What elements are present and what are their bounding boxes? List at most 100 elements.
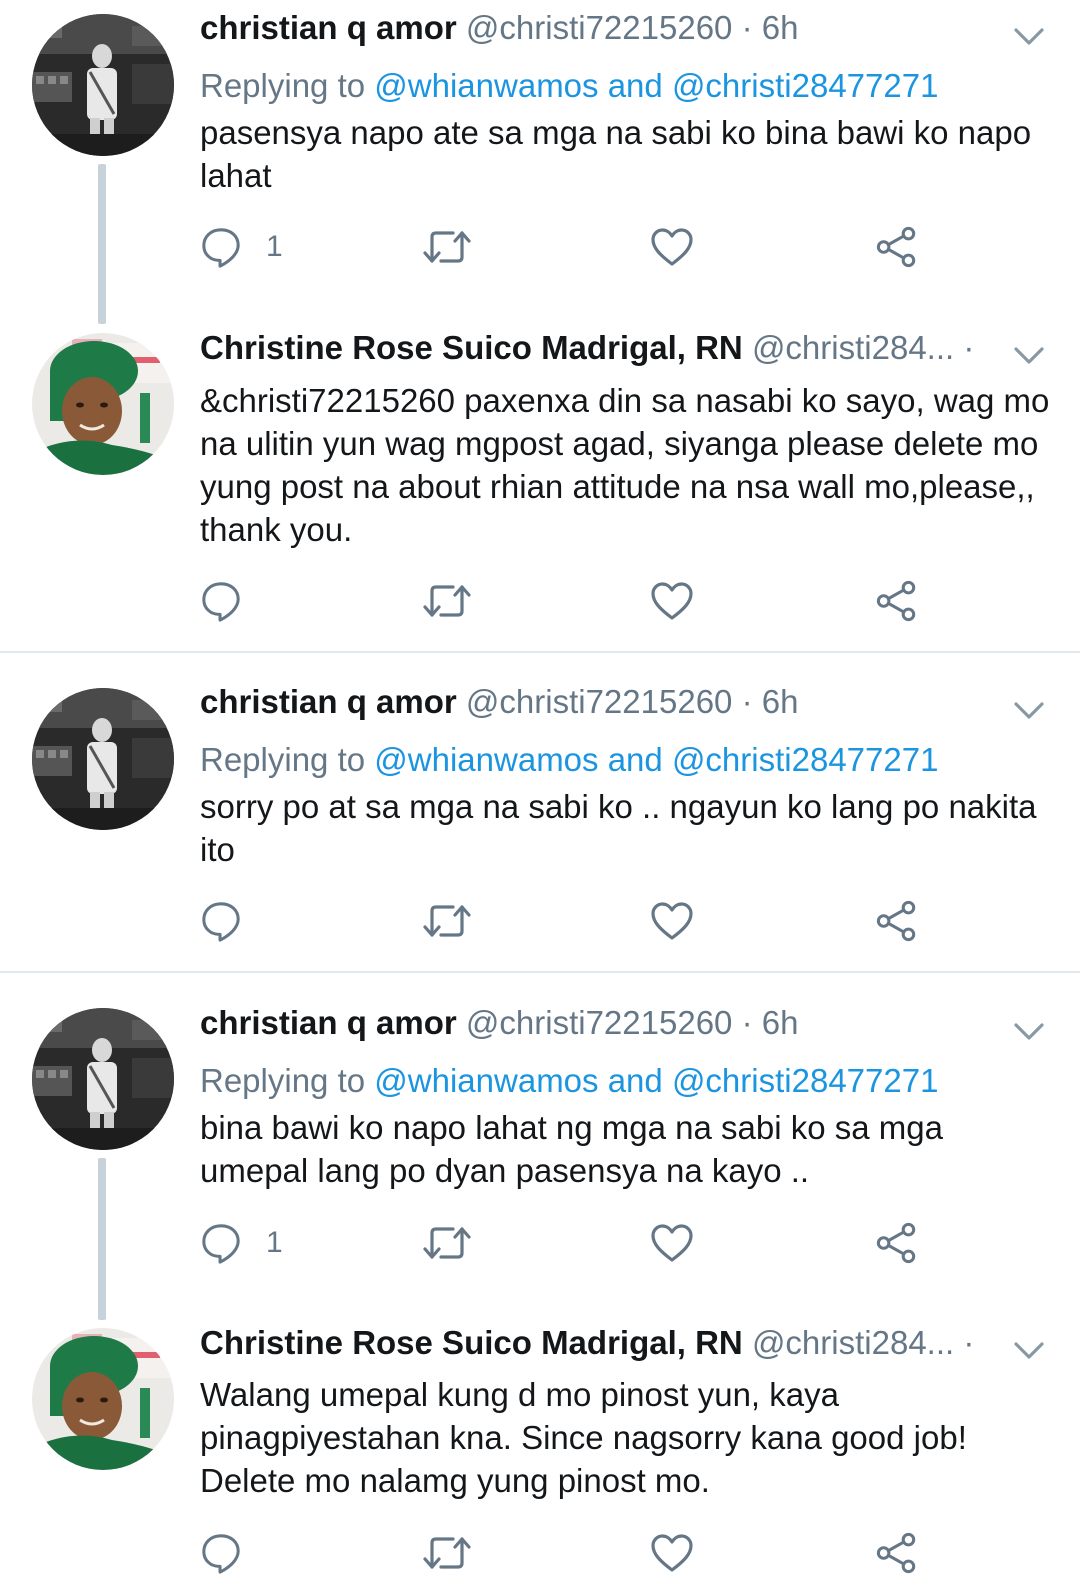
reply-button[interactable]: 1 [200,1218,283,1268]
retweet-button[interactable] [423,576,471,626]
avatar[interactable] [32,1328,174,1470]
replying-prefix: Replying to [200,741,366,778]
action-bar [0,576,1080,626]
reply-icon [200,1222,242,1264]
reply-count: 1 [266,1226,283,1259]
divider [0,651,1080,653]
separator-dot: · [963,1324,975,1361]
author-name[interactable]: christian q amor [200,9,457,46]
retweet-icon [423,899,471,943]
avatar[interactable] [32,1008,174,1150]
retweet-button[interactable] [423,1528,471,1578]
reply-icon [200,1532,242,1574]
replying-to: Replying to @whianwamos and @christi2847… [200,740,938,780]
share-button[interactable] [876,1528,918,1578]
divider [0,971,1080,973]
reply-count: 1 [266,230,283,263]
tweet-text: Walang umepal kung d mo pinost yun, kaya… [200,1376,967,1499]
mention-and: and [607,1062,663,1099]
reply-button[interactable] [200,576,266,626]
share-icon [876,226,918,268]
replying-prefix: Replying to [200,67,366,104]
action-bar [0,896,1080,946]
mention-and: and [607,741,663,778]
mention-link[interactable]: @christi28477271 [672,1062,939,1099]
like-button[interactable] [650,222,694,272]
like-button[interactable] [650,1218,694,1268]
tweet-text: &christi72215260 paxenxa din sa nasabi k… [200,382,1050,548]
replying-to: Replying to @whianwamos and @christi2847… [200,1061,938,1101]
retweet-button[interactable] [423,1218,471,1268]
tweet-header: Christine Rose Suico Madrigal, RN @chris… [200,328,980,368]
share-icon [876,1222,918,1264]
avatar[interactable] [32,688,174,830]
reply-button[interactable] [200,896,266,946]
author-name[interactable]: christian q amor [200,683,457,720]
author-handle[interactable]: @christi72215260 [466,9,733,46]
reply-button[interactable]: 1 [200,222,283,272]
timestamp[interactable]: 6h [762,683,799,720]
avatar-woman-photo [32,1328,174,1470]
reply-button[interactable] [200,1528,266,1578]
mention-link[interactable]: @whianwamos [374,67,598,104]
action-bar: 1 [0,1218,1080,1268]
author-name[interactable]: christian q amor [200,1004,457,1041]
retweet-icon [423,579,471,623]
chevron-down-icon[interactable] [1012,698,1046,722]
tweet-header: christian q amor @christi72215260 · 6h [200,1003,988,1043]
author-handle[interactable]: @christi284... [752,329,954,366]
avatar-woman-photo [32,333,174,475]
mention-and: and [607,67,663,104]
retweet-icon [423,1531,471,1575]
author-name[interactable]: Christine Rose Suico Madrigal, RN [200,1324,743,1361]
chevron-down-icon[interactable] [1012,24,1046,48]
like-button[interactable] [650,896,694,946]
author-handle[interactable]: @christi72215260 [466,1004,733,1041]
chevron-down-icon[interactable] [1012,343,1046,367]
mention-link[interactable]: @christi28477271 [672,67,939,104]
tweet-header: Christine Rose Suico Madrigal, RN @chris… [200,1323,980,1363]
author-handle[interactable]: @christi72215260 [466,683,733,720]
tweet-text: pasensya napo ate sa mga na sabi ko bina… [200,114,1032,194]
replying-to: Replying to @whianwamos and @christi2847… [200,66,938,106]
share-button[interactable] [876,222,918,272]
avatar[interactable] [32,333,174,475]
mention-link[interactable]: @christi28477271 [672,741,939,778]
like-icon [650,1533,694,1573]
tweet-header: christian q amor @christi72215260 · 6h [200,8,988,48]
share-icon [876,580,918,622]
share-button[interactable] [876,896,918,946]
separator-dot: · [963,329,975,366]
mention-link[interactable]: @whianwamos [374,1062,598,1099]
separator-dot: · [741,1004,753,1041]
retweet-button[interactable] [423,222,471,272]
retweet-icon [423,1221,471,1265]
share-button[interactable] [876,1218,918,1268]
timestamp[interactable]: 6h [762,9,799,46]
share-icon [876,1532,918,1574]
author-name[interactable]: Christine Rose Suico Madrigal, RN [200,329,743,366]
avatar[interactable] [32,14,174,156]
reply-icon [200,900,242,942]
like-icon [650,227,694,267]
tweet-header: christian q amor @christi72215260 · 6h [200,682,988,722]
like-icon [650,901,694,941]
chevron-down-icon[interactable] [1012,1338,1046,1362]
action-bar [0,1528,1080,1578]
retweet-button[interactable] [423,896,471,946]
replying-prefix: Replying to [200,1062,366,1099]
reply-icon [200,226,242,268]
author-handle[interactable]: @christi284... [752,1324,954,1361]
like-button[interactable] [650,576,694,626]
like-button[interactable] [650,1528,694,1578]
like-icon [650,1223,694,1263]
share-icon [876,900,918,942]
retweet-icon [423,225,471,269]
mention-link[interactable]: @whianwamos [374,741,598,778]
reply-icon [200,580,242,622]
avatar-man-photo [32,14,174,156]
chevron-down-icon[interactable] [1012,1019,1046,1043]
timestamp[interactable]: 6h [762,1004,799,1041]
like-icon [650,581,694,621]
share-button[interactable] [876,576,918,626]
